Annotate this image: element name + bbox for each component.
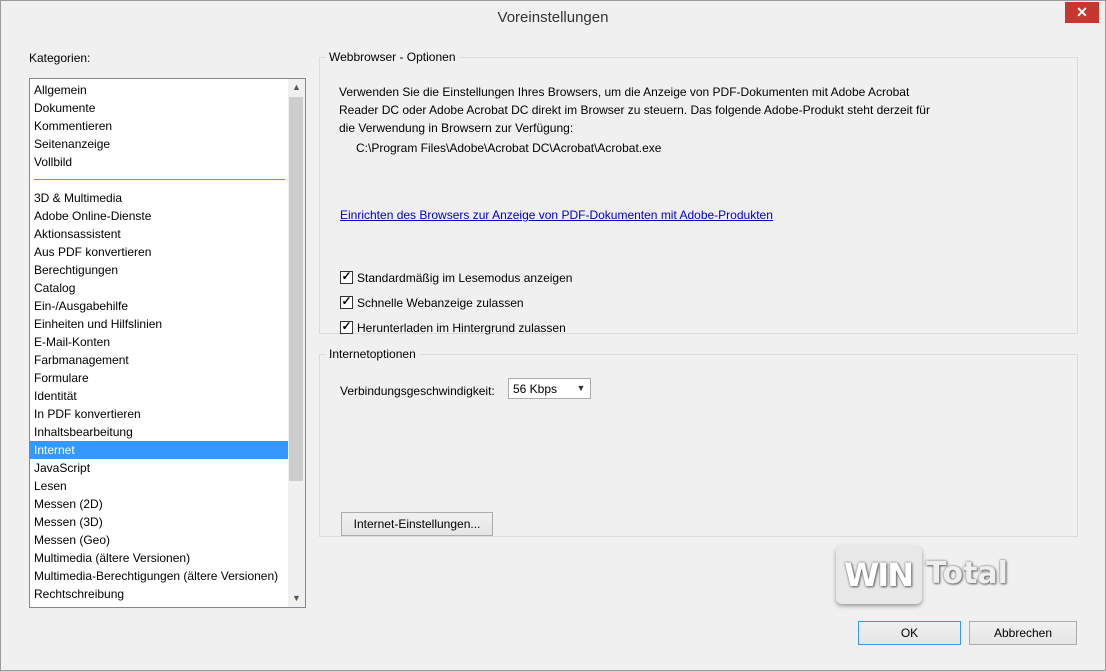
logo-text-total: Total [926, 556, 1008, 591]
close-button[interactable]: ✕ [1065, 2, 1099, 23]
read-mode-checkbox-row[interactable]: ✓ Standardmäßig im Lesemodus anzeigen [340, 269, 573, 286]
category-item[interactable]: Einheiten und Hilfslinien [30, 315, 288, 333]
preferences-dialog: Voreinstellungen ✕ Kategorien: Allgemein… [0, 0, 1106, 671]
category-item[interactable]: 3D & Multimedia [30, 189, 288, 207]
category-item[interactable]: Sicherheit [30, 603, 288, 607]
browser-setup-link[interactable]: Einrichten des Browsers zur Anzeige von … [340, 208, 773, 222]
category-separator [30, 171, 288, 189]
wintotal-logo: WIN Total [836, 546, 1008, 606]
fast-web-view-label: Schnelle Webanzeige zulassen [357, 296, 524, 310]
ok-button[interactable]: OK [858, 621, 961, 645]
acrobat-path: C:\Program Files\Adobe\Acrobat DC\Acroba… [356, 141, 662, 155]
categories-scrollbar[interactable]: ▲ ▼ [288, 79, 305, 607]
categories-label: Kategorien: [29, 51, 91, 65]
read-mode-label: Standardmäßig im Lesemodus anzeigen [357, 271, 573, 285]
chevron-down-icon[interactable]: ▼ [574, 381, 588, 396]
cancel-button[interactable]: Abbrechen [969, 621, 1077, 645]
category-item[interactable]: Farbmanagement [30, 351, 288, 369]
category-item[interactable]: Messen (2D) [30, 495, 288, 513]
scroll-thumb[interactable] [289, 97, 303, 481]
internet-options-group: Internetoptionen Verbindungsgeschwindigk… [319, 347, 1078, 537]
category-item[interactable]: E-Mail-Konten [30, 333, 288, 351]
checkmark-icon: ✓ [341, 269, 352, 284]
category-item[interactable]: Rechtschreibung [30, 585, 288, 603]
category-item[interactable]: Inhaltsbearbeitung [30, 423, 288, 441]
category-item[interactable]: Ein-/Ausgabehilfe [30, 297, 288, 315]
category-item[interactable]: Multimedia (ältere Versionen) [30, 549, 288, 567]
category-item[interactable]: Aus PDF konvertieren [30, 243, 288, 261]
category-item[interactable]: Allgemein [30, 81, 288, 99]
category-item[interactable]: Berechtigungen [30, 261, 288, 279]
category-item[interactable]: Kommentieren [30, 117, 288, 135]
category-item[interactable]: Vollbild [30, 153, 288, 171]
logo-text-win: WIN [844, 556, 914, 594]
category-item[interactable]: Catalog [30, 279, 288, 297]
scroll-down-icon[interactable]: ▼ [288, 590, 305, 607]
category-item[interactable]: Dokumente [30, 99, 288, 117]
checkmark-icon: ✓ [341, 294, 352, 309]
category-item[interactable]: Identität [30, 387, 288, 405]
webbrowser-options-legend: Webbrowser - Optionen [329, 50, 456, 64]
internet-settings-button[interactable]: Internet-Einstellungen... [341, 512, 493, 536]
title-bar: Voreinstellungen ✕ [1, 1, 1105, 33]
category-item[interactable]: Lesen [30, 477, 288, 495]
webbrowser-options-group: Webbrowser - Optionen Verwenden Sie die … [319, 50, 1078, 336]
connection-speed-label: Verbindungsgeschwindigkeit: [340, 384, 495, 398]
internet-options-legend: Internetoptionen [329, 347, 416, 361]
category-item[interactable]: Internet [30, 441, 288, 459]
categories-list[interactable]: Allgemein Dokumente Kommentieren Seitenanze… [29, 78, 306, 608]
checkmark-icon: ✓ [341, 319, 352, 334]
fast-web-view-checkbox-row[interactable]: ✓ Schnelle Webanzeige zulassen [340, 294, 524, 311]
category-item[interactable]: Formulare [30, 369, 288, 387]
category-item[interactable]: Aktionsassistent [30, 225, 288, 243]
fast-web-view-checkbox[interactable]: ✓ [340, 294, 353, 310]
category-item[interactable]: JavaScript [30, 459, 288, 477]
background-download-label: Herunterladen im Hintergrund zulassen [357, 321, 566, 335]
background-download-checkbox[interactable]: ✓ [340, 319, 353, 335]
read-mode-checkbox[interactable]: ✓ [340, 269, 353, 285]
window-title: Voreinstellungen [497, 9, 609, 26]
category-item[interactable]: Messen (3D) [30, 513, 288, 531]
category-item[interactable]: Messen (Geo) [30, 531, 288, 549]
scroll-up-icon[interactable]: ▲ [288, 79, 305, 96]
connection-speed-select[interactable]: 56 Kbps ▼ [508, 378, 591, 399]
webbrowser-description: Verwenden Sie die Einstellungen Ihres Br… [339, 85, 930, 135]
category-item[interactable]: Seitenanzeige [30, 135, 288, 153]
category-item[interactable]: Adobe Online-Dienste [30, 207, 288, 225]
background-download-checkbox-row[interactable]: ✓ Herunterladen im Hintergrund zulassen [340, 319, 566, 336]
categories-items: Allgemein Dokumente Kommentieren Seitenanze… [30, 79, 288, 607]
connection-speed-value: 56 Kbps [513, 382, 558, 396]
category-item[interactable]: In PDF konvertieren [30, 405, 288, 423]
category-item[interactable]: Multimedia-Berechtigungen (ältere Versio… [30, 567, 288, 585]
